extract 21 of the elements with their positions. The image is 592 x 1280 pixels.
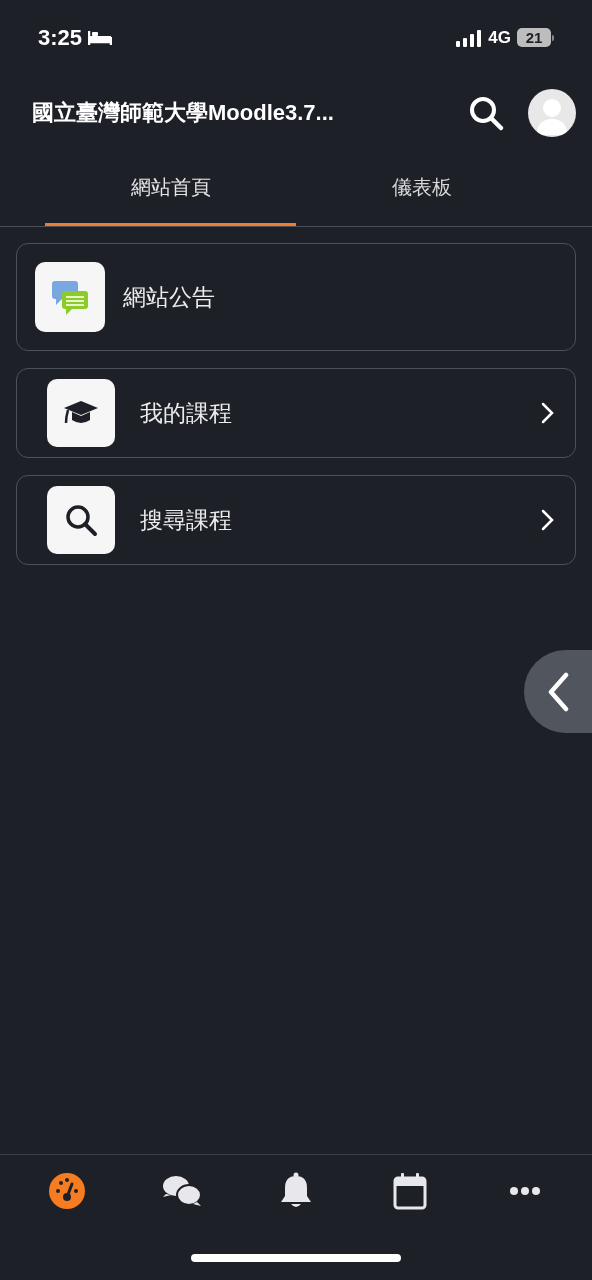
search-icon bbox=[64, 503, 98, 537]
side-panel-handle[interactable] bbox=[524, 650, 592, 733]
bed-icon bbox=[88, 29, 113, 46]
menu-item[interactable]: 搜尋課程 bbox=[16, 475, 576, 565]
user-avatar[interactable] bbox=[528, 88, 576, 137]
gauge-icon[interactable] bbox=[48, 1172, 87, 1210]
signal-icon bbox=[456, 28, 483, 47]
tab[interactable]: 儀表板 bbox=[296, 150, 547, 226]
menu-item[interactable]: 網站公告 bbox=[16, 243, 576, 351]
chevron-right-icon bbox=[541, 402, 555, 424]
tab[interactable]: 網站首頁 bbox=[45, 150, 296, 226]
site-title: 國立臺灣師範大學Moodle3.7... bbox=[32, 99, 335, 127]
bell-icon[interactable] bbox=[278, 1172, 313, 1210]
calendar-icon[interactable] bbox=[393, 1172, 428, 1210]
menu-item[interactable]: 我的課程 bbox=[16, 368, 576, 458]
clock-time: 3:25 bbox=[38, 24, 83, 52]
chevron-right-icon bbox=[541, 509, 555, 531]
network-type: 4G bbox=[488, 26, 511, 49]
battery-indicator: 21 bbox=[517, 28, 554, 47]
chat-bubbles-icon[interactable] bbox=[161, 1174, 202, 1208]
more-icon[interactable] bbox=[508, 1186, 541, 1196]
